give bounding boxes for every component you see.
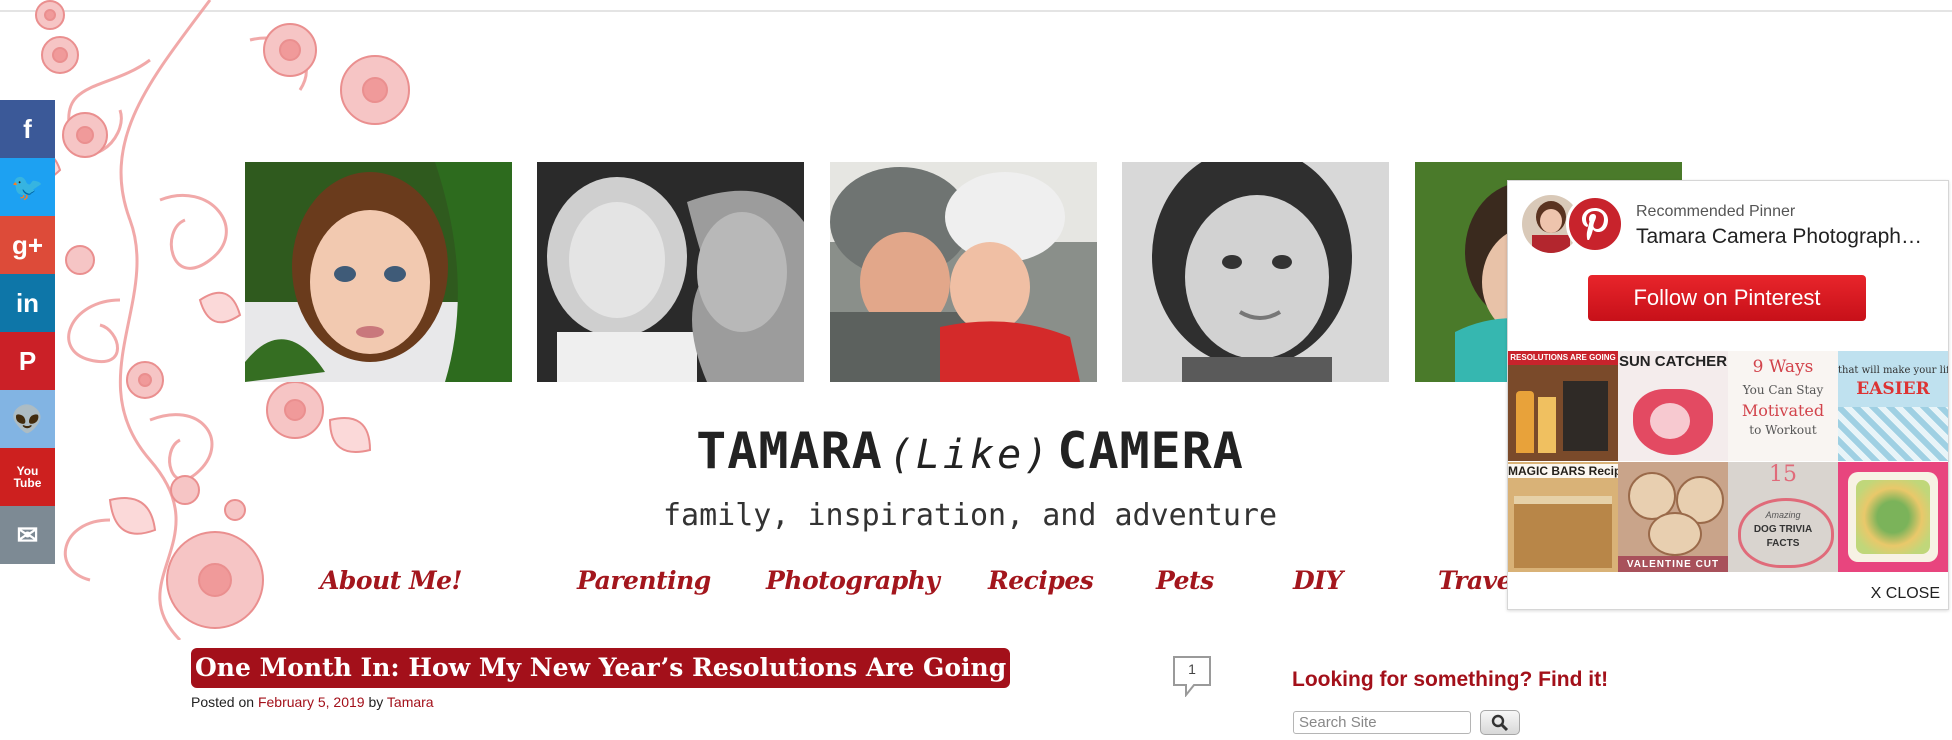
pin-tile-line3: Motivated bbox=[1741, 401, 1825, 420]
search-icon bbox=[1491, 714, 1509, 731]
pinterest-icon: P bbox=[18, 345, 37, 376]
pin-tile-line2: You Can Stay bbox=[1742, 383, 1824, 397]
nav-item-about-me[interactable]: About Me! bbox=[320, 566, 463, 595]
pin-tile-caption: SUN CATCHER bbox=[1618, 353, 1728, 370]
share-youtube-button[interactable]: You Tube bbox=[0, 448, 55, 506]
pin-tile-dog-trivia[interactable]: 15 Amazing DOG TRIVIA FACTS bbox=[1728, 462, 1838, 572]
post-author-link[interactable]: Tamara bbox=[387, 694, 434, 710]
pin-tile-resolutions[interactable]: RESOLUTIONS ARE GOING bbox=[1508, 351, 1618, 461]
recommended-pinner-label: Recommended Pinner bbox=[1636, 203, 1796, 220]
site-tagline: family, inspiration, and adventure bbox=[662, 498, 1278, 533]
google-plus-icon: g+ bbox=[11, 229, 44, 260]
nav-item-pets[interactable]: Pets bbox=[1156, 566, 1214, 595]
nav-item-parenting[interactable]: Parenting bbox=[577, 566, 711, 595]
social-share-bar: f 🐦 g+ in P 👽 You Tube ✉ bbox=[0, 100, 55, 564]
linkedin-icon: in bbox=[15, 287, 40, 318]
comment-count: 1 bbox=[1188, 661, 1196, 677]
reddit-icon: 👽 bbox=[11, 403, 44, 434]
comment-count-bubble[interactable]: 1 bbox=[1172, 655, 1212, 698]
search-input[interactable] bbox=[1293, 711, 1471, 734]
pin-tile-line2: Amazing bbox=[1765, 510, 1801, 520]
pin-tile-caption: 15 bbox=[1769, 462, 1797, 487]
pin-tile-motivated[interactable]: 9 Ways You Can Stay Motivated to Workout bbox=[1728, 351, 1838, 461]
follow-on-pinterest-button[interactable]: Follow on Pinterest bbox=[1588, 275, 1866, 321]
pin-tile-easier[interactable]: that will make your life EASIER bbox=[1838, 351, 1948, 461]
share-pinterest-button[interactable]: P bbox=[0, 332, 55, 390]
post-meta: Posted on February 5, 2019 by Tamara bbox=[191, 694, 434, 710]
banner-photo-2 bbox=[537, 162, 804, 382]
by-label: by bbox=[368, 694, 384, 710]
posted-on-label: Posted on bbox=[191, 694, 255, 710]
pin-tile-magic-bars[interactable]: MAGIC BARS Recipe bbox=[1508, 462, 1618, 572]
pin-tile-caption: RESOLUTIONS ARE GOING bbox=[1510, 353, 1616, 362]
banner-photo-3 bbox=[830, 162, 1097, 382]
site-title-part1: TAMARA bbox=[696, 422, 883, 480]
pin-tile-caption: VALENTINE CUT bbox=[1626, 559, 1720, 570]
pin-tile-caption: MAGIC BARS Recipe bbox=[1508, 464, 1618, 478]
pinterest-logo-icon bbox=[1566, 195, 1624, 253]
pin-tile-line4: to Workout bbox=[1749, 423, 1817, 437]
pin-tile-valentine-cut[interactable]: VALENTINE CUT bbox=[1618, 462, 1728, 572]
site-title-part2: CAMERA bbox=[1057, 422, 1244, 480]
banner-photo-1 bbox=[245, 162, 512, 382]
nav-item-diy[interactable]: DIY bbox=[1293, 566, 1343, 595]
youtube-icon: You Tube bbox=[13, 464, 42, 490]
pin-tile-line4: FACTS bbox=[1766, 538, 1800, 549]
pinner-name[interactable]: Tamara Camera Photograph… bbox=[1636, 225, 1936, 249]
post-date-link[interactable]: February 5, 2019 bbox=[258, 694, 365, 710]
share-email-button[interactable]: ✉ bbox=[0, 506, 55, 564]
pinterest-close-button[interactable]: X CLOSE bbox=[1871, 585, 1940, 603]
facebook-icon: f bbox=[23, 113, 32, 144]
nav-item-photography[interactable]: Photography bbox=[766, 566, 940, 595]
post-title[interactable]: One Month In: How My New Year’s Resoluti… bbox=[191, 648, 1011, 688]
pin-tile-line2: EASIER bbox=[1856, 379, 1930, 399]
search-button[interactable] bbox=[1480, 710, 1520, 735]
share-linkedin-button[interactable]: in bbox=[0, 274, 55, 332]
pin-tile-caption: 9 Ways bbox=[1752, 357, 1814, 377]
pin-tile-caption: that will make your life bbox=[1838, 365, 1948, 376]
share-reddit-button[interactable]: 👽 bbox=[0, 390, 55, 448]
site-title-like: (Like) bbox=[888, 432, 1052, 478]
search-widget-heading: Looking for something? Find it! bbox=[1292, 668, 1609, 691]
share-facebook-button[interactable]: f bbox=[0, 100, 55, 158]
pin-thumbnail-grid: RESOLUTIONS ARE GOING SUN CATCHER 9 Ways… bbox=[1508, 351, 1948, 573]
pin-tile-salad[interactable] bbox=[1838, 462, 1948, 572]
pinterest-follow-widget: Recommended Pinner Tamara Camera Photogr… bbox=[1507, 180, 1949, 610]
nav-item-recipes[interactable]: Recipes bbox=[988, 566, 1094, 595]
twitter-icon: 🐦 bbox=[11, 171, 44, 202]
pin-tile-line3: DOG TRIVIA bbox=[1753, 524, 1813, 535]
pin-tile-sun-catcher[interactable]: SUN CATCHER bbox=[1618, 351, 1728, 461]
email-icon: ✉ bbox=[16, 519, 39, 550]
banner-photo-4 bbox=[1122, 162, 1389, 382]
share-google-plus-button[interactable]: g+ bbox=[0, 216, 55, 274]
share-twitter-button[interactable]: 🐦 bbox=[0, 158, 55, 216]
site-title[interactable]: TAMARA (Like) CAMERA bbox=[620, 422, 1320, 480]
